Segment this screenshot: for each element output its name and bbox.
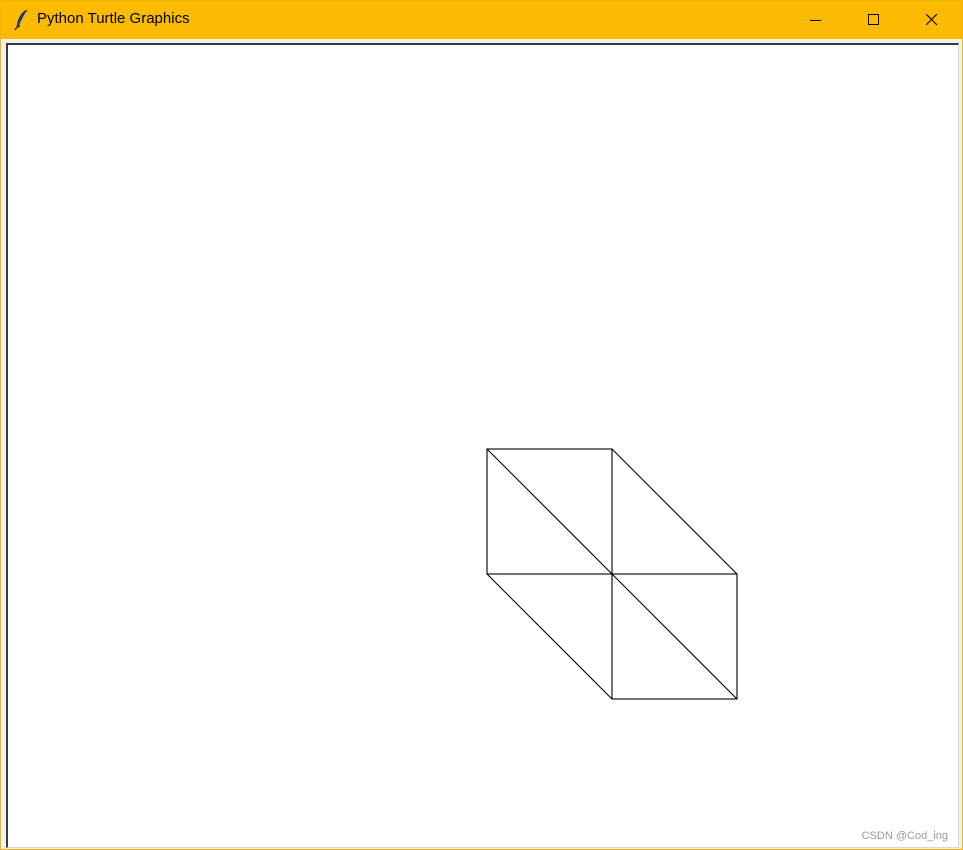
minimize-button[interactable]	[787, 1, 845, 39]
turtle-canvas[interactable]: CSDN @Cod_ing	[6, 43, 959, 848]
turtle-window: Python Turtle Graphics CSDN @Cod_ing	[0, 0, 963, 850]
upper-right-slant	[611, 448, 738, 575]
feather-icon	[13, 9, 31, 31]
window-title: Python Turtle Graphics	[37, 10, 190, 27]
close-button[interactable]	[903, 1, 961, 39]
minimize-icon	[810, 20, 821, 21]
turtle-drawing	[486, 448, 738, 700]
lower-right-square	[611, 573, 738, 700]
close-icon	[926, 14, 938, 26]
lower-left-slant	[486, 573, 613, 700]
window-client-area: CSDN @Cod_ing	[1, 39, 962, 849]
title-bar[interactable]: Python Turtle Graphics	[1, 1, 962, 39]
upper-left-square	[486, 448, 613, 575]
csdn-watermark: CSDN @Cod_ing	[861, 830, 948, 842]
maximize-button[interactable]	[845, 1, 903, 39]
maximize-icon	[868, 14, 879, 25]
